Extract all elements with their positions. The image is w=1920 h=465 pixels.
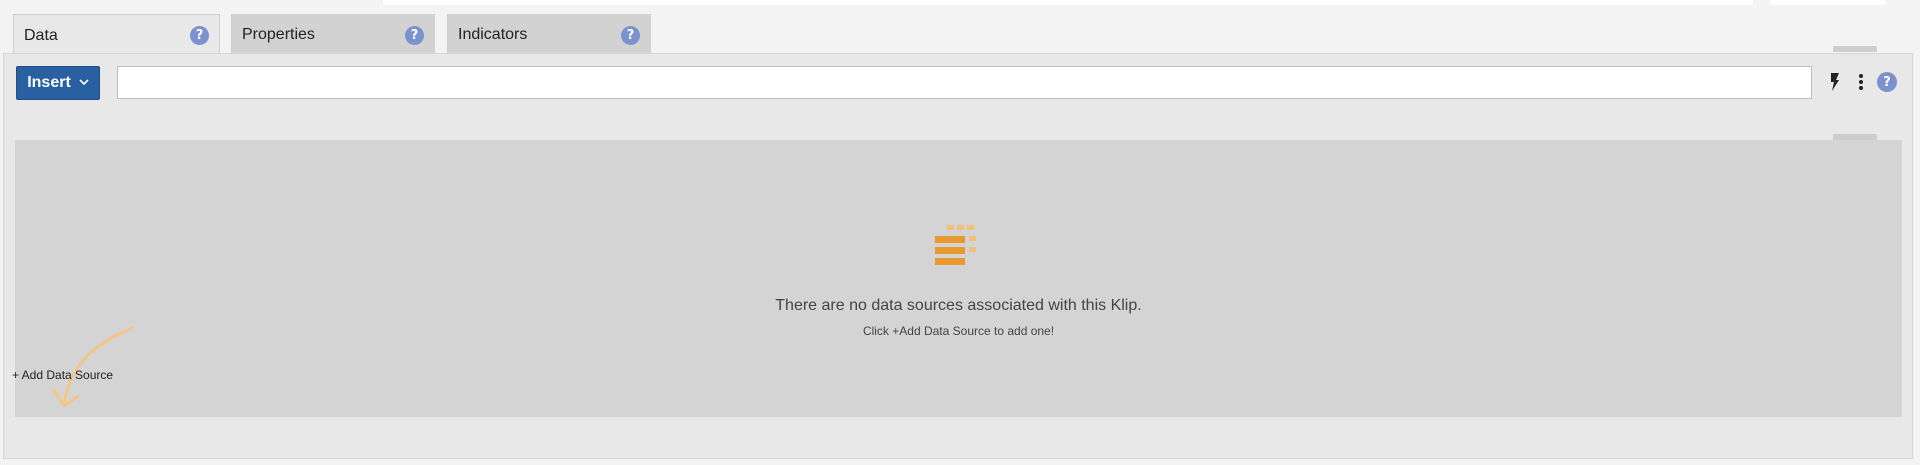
tab-label: Properties	[242, 25, 315, 43]
top-strip-segment	[383, 0, 1753, 5]
help-icon[interactable]: ?	[1876, 68, 1898, 96]
help-glyph: ?	[1877, 72, 1897, 92]
empty-state-title: There are no data sources associated wit…	[775, 297, 1142, 314]
insert-label: Insert	[27, 74, 71, 91]
tab-properties[interactable]: Properties ?	[231, 14, 435, 54]
empty-state-subtitle: Click +Add Data Source to add one!	[862, 324, 1055, 338]
help-icon[interactable]: ?	[621, 26, 640, 45]
panel-tab-stub	[1833, 46, 1877, 52]
top-strip-segment	[1770, 0, 1885, 5]
tab-bar: Data ? Properties ? Indicators ?	[0, 14, 1920, 56]
lightning-icon[interactable]	[1827, 68, 1843, 96]
chevron-down-icon	[79, 77, 89, 89]
tab-data[interactable]: Data ?	[13, 14, 220, 56]
help-icon[interactable]: ?	[190, 26, 209, 45]
help-icon[interactable]: ?	[405, 26, 424, 45]
insert-button[interactable]: Insert	[16, 66, 100, 100]
tab-label: Indicators	[458, 25, 528, 43]
tab-indicators[interactable]: Indicators ?	[447, 14, 651, 54]
tab-label: Data	[24, 26, 58, 44]
formula-input[interactable]	[117, 66, 1812, 99]
add-data-source-link[interactable]: + Add Data Source	[12, 368, 113, 382]
pointer-arrow-icon	[52, 326, 134, 408]
empty-state-area: There are no data sources associated wit…	[15, 140, 1902, 417]
top-strip	[0, 0, 1920, 6]
data-panel: Insert ? There are no data sources assoc…	[3, 46, 1913, 459]
data-source-stack-icon	[935, 225, 983, 276]
vertical-ellipsis-icon[interactable]	[1855, 68, 1867, 96]
